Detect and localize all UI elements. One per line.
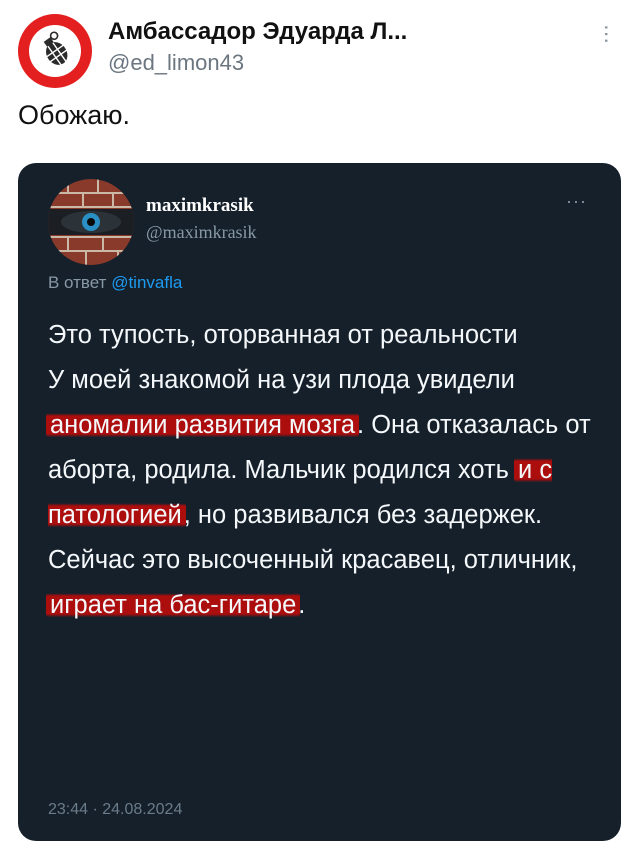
highlighted-phrase: аномалии развития мозга — [46, 411, 360, 439]
post-text: Обожаю. — [18, 100, 131, 130]
grenade-icon — [29, 25, 81, 77]
quoted-author-name[interactable]: maximkrasik — [146, 195, 254, 217]
quoted-body-text: Это тупость, оторванная от реальности У м… — [46, 313, 613, 628]
highlighted-phrase: играет на бас-гитаре — [46, 591, 301, 619]
quoted-tweet-card[interactable]: maximkrasik @maximkrasik ··· В ответ @ti… — [18, 163, 621, 841]
more-options-icon[interactable]: ⋯ — [595, 24, 617, 44]
body-part: . — [298, 591, 306, 619]
author-avatar[interactable] — [18, 14, 92, 88]
reply-prefix: В ответ — [48, 273, 107, 292]
more-options-icon[interactable]: ··· — [566, 191, 587, 212]
reply-mention-link[interactable]: @tinvafla — [111, 273, 182, 292]
quoted-timestamp[interactable]: 23:44 · 24.08.2024 — [48, 801, 182, 819]
quoted-author-handle[interactable]: @maximkrasik — [146, 222, 257, 243]
author-handle[interactable]: @ed_limon43 — [108, 50, 244, 76]
body-part: Это тупость, оторванная от реальности У м… — [48, 321, 518, 394]
tweet-post: Амбассадор Эдуарда Л... @ed_limon43 ⋯ Об… — [0, 0, 640, 857]
eye-brick-avatar[interactable] — [48, 179, 134, 265]
author-name[interactable]: Амбассадор Эдуарда Л... — [108, 18, 407, 46]
reply-context: В ответ @tinvafla — [48, 273, 182, 293]
